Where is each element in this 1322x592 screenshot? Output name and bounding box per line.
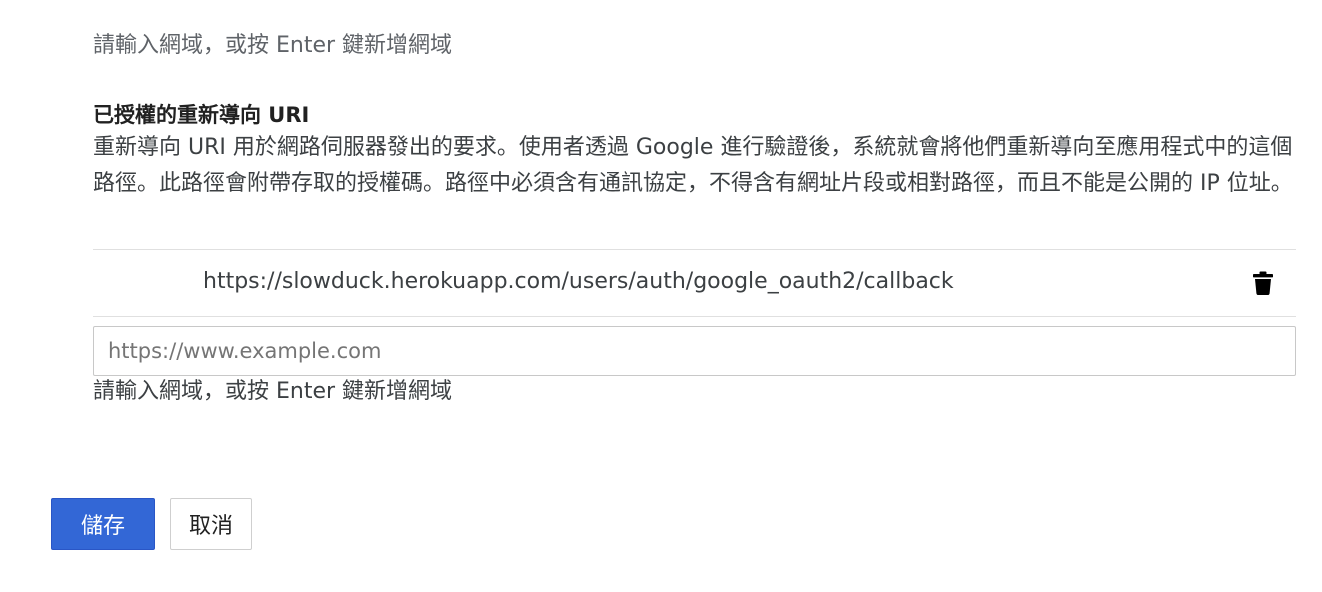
section-description: 重新導向 URI 用於網路伺服器發出的要求。使用者透過 Google 進行驗證後… xyxy=(93,135,1293,196)
section-title: 已授權的重新導向 URI xyxy=(93,103,310,127)
redirect-uri-hint: 請輸入網域，或按 Enter 鍵新增網域 xyxy=(93,379,453,404)
trash-icon xyxy=(1253,271,1273,295)
delete-uri-button[interactable] xyxy=(1246,266,1280,300)
redirect-uri-row: https://slowduck.herokuapp.com/users/aut… xyxy=(93,250,1296,316)
cancel-button[interactable]: 取消 xyxy=(170,498,252,550)
divider xyxy=(93,316,1296,317)
save-button[interactable]: 儲存 xyxy=(51,498,155,550)
origins-hint-text: 請輸入網域，或按 Enter 鍵新增網域 xyxy=(93,33,453,58)
redirect-uri-input[interactable] xyxy=(93,326,1296,376)
oauth-client-edit-page: 請輸入網域，或按 Enter 鍵新增網域 已授權的重新導向 URI 重新導向 U… xyxy=(0,0,1322,592)
redirect-uri-value: https://slowduck.herokuapp.com/users/aut… xyxy=(203,269,954,294)
